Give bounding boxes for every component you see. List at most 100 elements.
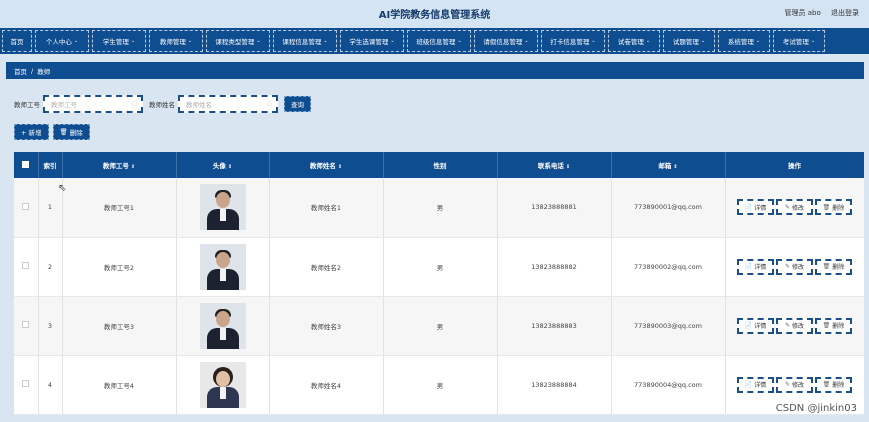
nav-item[interactable]: 课程信息管理 ⌄ [273, 30, 337, 52]
row-detail-button[interactable]: 📄 详情 [737, 317, 774, 334]
nav-item[interactable]: 试卷管理 ⌄ [608, 30, 660, 52]
chevron-down-icon: ⌄ [524, 38, 529, 44]
sort-icon[interactable]: ⇕ [228, 164, 232, 170]
row-detail-button[interactable]: 📄 详情 [737, 376, 774, 393]
main-nav: 首页 个人中心 ⌄ 学生管理 ⌄ 教师管理 ⌄ 课程类型管理 ⌄ 课程信息管理 ⌄ 学生选课管理 ⌄ 班级… [0, 28, 869, 54]
header-teacher-no[interactable]: 教师工号 ⇕ [62, 152, 177, 178]
nav-item-label: 打卡信息管理 [550, 38, 590, 46]
row-checkbox[interactable] [22, 262, 30, 269]
sort-icon[interactable]: ⇕ [566, 164, 570, 170]
document-icon: 📄 [744, 203, 753, 211]
query-button[interactable]: 查询 [284, 96, 311, 112]
nav-item[interactable]: 请假信息管理 ⌄ [474, 30, 538, 52]
nav-item[interactable]: 首页 [2, 30, 32, 52]
table-row: 3 教师工号3 教师姓名3 男 13823888883 773890003@qq.com 📄… [14, 296, 864, 356]
select-all-cell[interactable] [14, 152, 39, 178]
cell-phone: 13823888881 [497, 178, 612, 238]
teacher-name-label: 教师姓名 [149, 101, 175, 109]
clear-icon[interactable]: ○ [267, 100, 272, 107]
nav-item[interactable]: 班级信息管理 ⌄ [407, 30, 471, 52]
breadcrumb-home[interactable]: 首页 [14, 66, 27, 76]
cell-avatar [176, 178, 270, 238]
row-detail-label: 详情 [754, 204, 767, 212]
cell-teacher-no: 教师工号4 [62, 355, 177, 415]
row-select-cell[interactable] [14, 355, 39, 415]
teacher-no-input[interactable]: 教师工号 ○ [43, 95, 143, 113]
header-email[interactable]: 邮箱 ⇕ [611, 152, 726, 178]
row-edit-button[interactable]: ✎ 修改 [776, 376, 813, 393]
chevron-down-icon: ⌄ [810, 38, 816, 44]
document-icon: 📄 [744, 322, 753, 329]
row-delete-button[interactable]: 🗑 删除 [815, 258, 852, 275]
row-delete-button[interactable]: 🗑 删除 [815, 317, 852, 334]
row-select-cell[interactable] [14, 178, 39, 238]
teacher-name-input[interactable]: 教师姓名 ○ [178, 95, 278, 113]
sort-icon[interactable]: ⇕ [338, 164, 342, 170]
chevron-down-icon: ⌄ [323, 38, 328, 44]
cell-ops: 📄 详情 ✎ 修改 🗑 删除 [725, 237, 864, 297]
row-edit-button[interactable]: ✎ 修改 [776, 317, 813, 334]
trash-icon: 🗑 [822, 263, 831, 270]
teacher-no-placeholder: 教师工号 [51, 101, 77, 109]
nav-item[interactable]: 考试管理 ⌄ [773, 30, 825, 52]
nav-item-label: 班级信息管理 [416, 38, 456, 46]
cell-gender: 男 [383, 355, 498, 415]
header-avatar[interactable]: 头像 ⇕ [176, 152, 270, 178]
chevron-down-icon: ⌄ [700, 38, 706, 44]
row-edit-button[interactable]: ✎ 修改 [776, 258, 813, 275]
cell-avatar [176, 355, 270, 415]
nav-item-label: 请假信息管理 [483, 38, 523, 46]
row-detail-button[interactable]: 📄 详情 [737, 258, 774, 275]
header-teacher-name[interactable]: 教师姓名 ⇕ [269, 152, 384, 178]
chevron-down-icon: ⌄ [73, 38, 79, 44]
nav-item[interactable]: 个人中心 ⌄ [35, 30, 89, 52]
row-edit-button[interactable]: ✎ 修改 [776, 199, 813, 216]
user-area: 管理员 abo 退出登录 [777, 8, 859, 18]
row-delete-button[interactable]: 🗑 删除 [815, 199, 852, 216]
chevron-down-icon: ⌄ [187, 38, 193, 44]
sort-icon[interactable]: ⇕ [673, 164, 677, 170]
header-email-label: 邮箱 [658, 162, 672, 170]
avatar [199, 184, 246, 231]
trash-icon: 🗑 [59, 128, 68, 136]
header-teacher-name-label: 教师姓名 [309, 162, 336, 170]
nav-item[interactable]: 学生选课管理 ⌄ [340, 30, 404, 52]
row-delete-label: 删除 [832, 323, 845, 330]
nav-item-label: 教师管理 [159, 38, 186, 46]
nav-item[interactable]: 系统管理 ⌄ [718, 30, 770, 52]
batch-delete-label: 删除 [69, 129, 83, 137]
row-detail-button[interactable]: 📄 详情 [737, 199, 774, 216]
row-delete-button[interactable]: 🗑 删除 [815, 376, 852, 393]
teacher-table: 索引 教师工号 ⇕ 头像 ⇕ 教师姓名 ⇕ 性别 联系电话 ⇕ 邮箱 ⇕ 操作 1 教师工号… [14, 152, 864, 422]
row-delete-label: 删除 [832, 382, 845, 389]
table-row: 2 教师工号2 教师姓名2 男 13823888882 773890002@qq.com 📄… [14, 237, 864, 297]
nav-item[interactable]: 课程类型管理 ⌄ [206, 30, 270, 52]
cell-teacher-no: 教师工号3 [62, 296, 177, 356]
teacher-no-label: 教师工号 [14, 101, 40, 109]
nav-item-label: 学生选课管理 [349, 38, 389, 46]
cell-gender: 男 [383, 296, 498, 356]
row-select-cell[interactable] [14, 296, 39, 356]
logout-link[interactable]: 退出登录 [831, 9, 859, 17]
batch-delete-button[interactable]: 🗑 删除 [52, 124, 90, 140]
nav-item[interactable]: 试题管理 ⌄ [663, 30, 715, 52]
row-checkbox[interactable] [22, 202, 30, 210]
nav-item[interactable]: 学生管理 ⌄ [92, 30, 146, 52]
nav-item[interactable]: 打卡信息管理 ⌄ [541, 30, 605, 52]
document-icon: 📄 [744, 263, 753, 270]
sort-icon[interactable]: ⇕ [131, 164, 135, 170]
cell-email: 773890004@qq.com [611, 355, 726, 415]
select-all-checkbox[interactable] [22, 160, 30, 168]
clear-icon[interactable]: ○ [132, 100, 137, 107]
row-checkbox[interactable] [22, 380, 30, 387]
row-checkbox[interactable] [22, 321, 30, 328]
row-select-cell[interactable] [14, 237, 39, 297]
cell-gender: 男 [383, 178, 498, 238]
chevron-down-icon: ⌄ [457, 38, 462, 44]
row-edit-label: 修改 [792, 323, 805, 330]
header-phone[interactable]: 联系电话 ⇕ [497, 152, 612, 178]
nav-item[interactable]: 教师管理 ⌄ [149, 30, 203, 52]
breadcrumb-current: 教师 [37, 67, 51, 76]
edit-icon: ✎ [784, 203, 790, 211]
add-button[interactable]: + 新增 [14, 124, 49, 140]
